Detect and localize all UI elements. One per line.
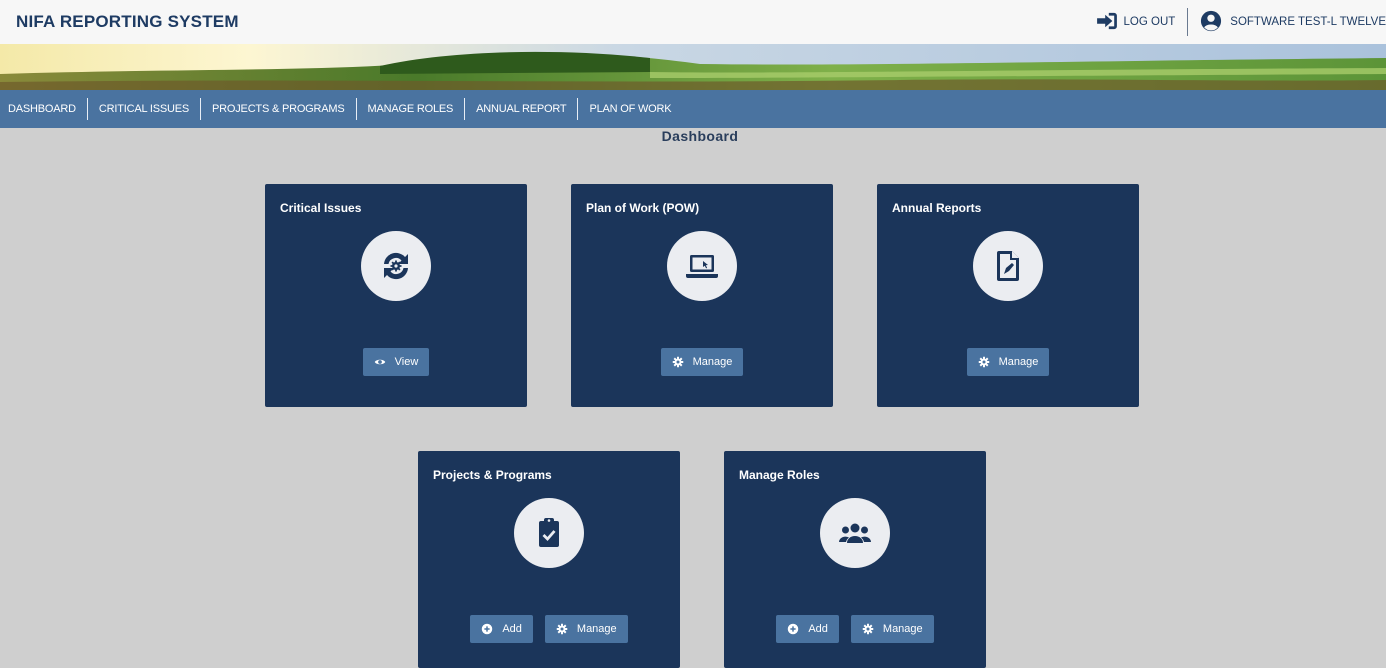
manage-label: Manage — [576, 623, 617, 635]
card-title: Plan of Work (POW) — [586, 201, 700, 215]
clipboard-check-icon — [539, 518, 559, 547]
user-controls: LOG OUT SOFTWARE TEST-L TWELVE — [1096, 7, 1386, 37]
nav-critical-issues[interactable]: CRITICAL ISSUES — [88, 98, 202, 120]
card-title: Manage Roles — [739, 468, 820, 482]
projects-programs-add-button[interactable]: Add — [470, 615, 533, 643]
card-actions: Add Manage — [724, 615, 986, 643]
app-title: NIFA REPORTING SYSTEM — [16, 12, 239, 31]
critical-issues-card: Critical Issues View — [265, 184, 527, 407]
add-label: Add — [808, 623, 828, 635]
plus-circle-icon — [788, 623, 799, 635]
logout-label: LOG OUT — [1123, 16, 1176, 28]
card-actions: Add Manage — [418, 615, 680, 643]
annual-reports-manage-button[interactable]: Manage — [966, 348, 1050, 376]
view-label: View — [394, 356, 419, 368]
annual-reports-icon-badge — [973, 231, 1043, 301]
plan-of-work-icon-badge — [667, 231, 737, 301]
user-avatar-icon — [1200, 10, 1222, 35]
manage-label: Manage — [692, 356, 733, 368]
user-name: SOFTWARE TEST-L TWELVE — [1230, 16, 1386, 28]
nav-projects-programs[interactable]: PROJECTS & PROGRAMS — [201, 98, 357, 120]
nav-dashboard[interactable]: DASHBOARD — [8, 98, 88, 120]
add-label: Add — [502, 623, 522, 635]
nav-manage-roles[interactable]: MANAGE ROLES — [357, 98, 466, 120]
projects-programs-icon-badge — [514, 498, 584, 568]
card-actions: Manage — [571, 348, 833, 376]
gear-icon — [672, 356, 683, 368]
card-actions: Manage — [877, 348, 1139, 376]
sync-gear-icon — [384, 252, 408, 280]
critical-issues-view-button[interactable]: View — [362, 348, 430, 376]
file-signature-icon — [997, 251, 1019, 281]
critical-issues-icon-badge — [361, 231, 431, 301]
manage-roles-add-button[interactable]: Add — [776, 615, 839, 643]
gear-icon — [978, 356, 989, 368]
nav-annual-report[interactable]: ANNUAL REPORT — [465, 98, 579, 120]
eye-icon — [374, 359, 385, 365]
card-title: Annual Reports — [892, 201, 982, 215]
plan-of-work-card: Plan of Work (POW) Manage — [571, 184, 833, 407]
manage-label: Manage — [998, 356, 1039, 368]
annual-reports-card: Annual Reports Manage — [877, 184, 1139, 407]
user-menu[interactable]: SOFTWARE TEST-L TWELVE — [1188, 10, 1386, 35]
top-bar: NIFA REPORTING SYSTEM LOG OUT SOFTWARE T… — [0, 0, 1386, 44]
users-icon — [839, 523, 871, 543]
card-title: Projects & Programs — [433, 468, 552, 482]
manage-roles-icon-badge — [820, 498, 890, 568]
plus-circle-icon — [482, 623, 493, 635]
projects-programs-card: Projects & Programs Add Manage — [418, 451, 680, 668]
plan-of-work-manage-button[interactable]: Manage — [660, 348, 744, 376]
main-nav: DASHBOARD CRITICAL ISSUES PROJECTS & PRO… — [0, 90, 1386, 128]
landscape-banner — [0, 44, 1386, 90]
card-actions: View — [265, 348, 527, 376]
logout-button[interactable]: LOG OUT — [1096, 12, 1188, 33]
manage-roles-card: Manage Roles Add Manage — [724, 451, 986, 668]
laptop-icon — [686, 255, 718, 278]
projects-programs-manage-button[interactable]: Manage — [544, 615, 628, 643]
gear-icon — [862, 623, 874, 635]
gear-icon — [556, 623, 568, 635]
manage-label: Manage — [882, 623, 923, 635]
manage-roles-manage-button[interactable]: Manage — [850, 615, 934, 643]
card-title: Critical Issues — [280, 201, 362, 215]
page-title: Dashboard — [661, 128, 739, 144]
nav-plan-of-work[interactable]: PLAN OF WORK — [578, 98, 682, 120]
logout-icon — [1096, 12, 1118, 33]
